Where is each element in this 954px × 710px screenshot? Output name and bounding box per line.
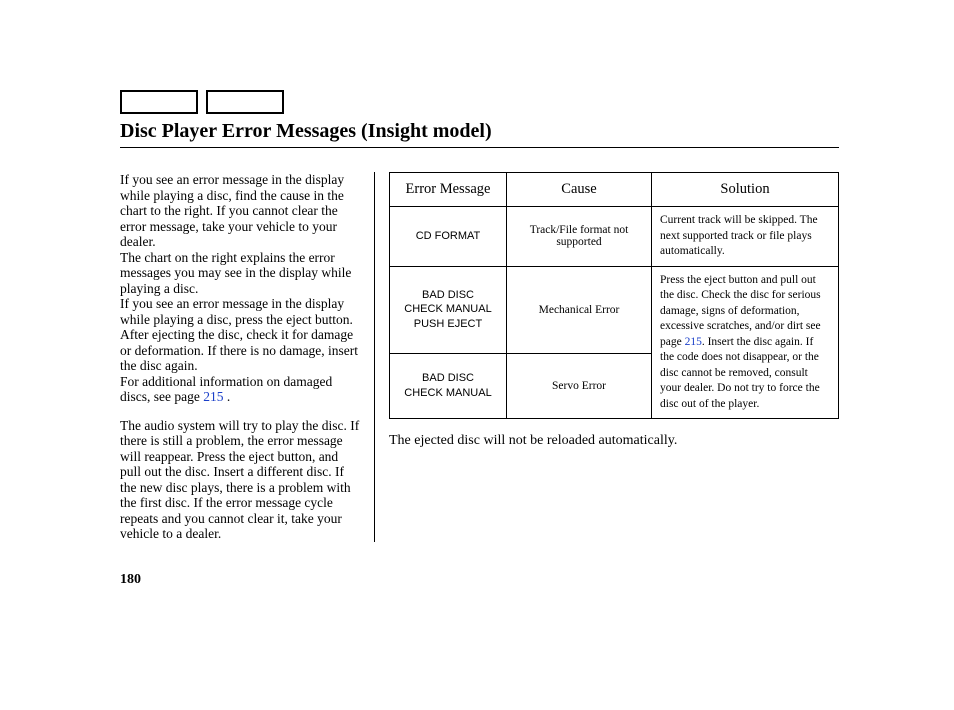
p4-text-b: . xyxy=(223,389,230,404)
page-link-215[interactable]: 215 xyxy=(203,389,223,404)
error-cell-bad-disc: BAD DISC CHECK MANUAL xyxy=(390,354,507,419)
cause-cell: Servo Error xyxy=(507,354,652,419)
intro-paragraph-4: For additional information on damaged di… xyxy=(120,374,360,405)
error-line: BAD DISC xyxy=(398,288,498,303)
title-rule xyxy=(120,147,839,148)
error-line: CD FORMAT xyxy=(398,229,498,244)
manual-page: Disc Player Error Messages (Insight mode… xyxy=(0,0,954,710)
error-line: BAD DISC xyxy=(398,371,498,386)
eject-note: The ejected disc will not be reloaded au… xyxy=(389,433,839,449)
error-line: PUSH EJECT xyxy=(398,317,498,332)
header-boxes xyxy=(120,90,839,114)
table-row: CD FORMAT Track/File format not supporte… xyxy=(390,207,839,267)
intro-paragraph-1: If you see an error message in the displ… xyxy=(120,172,360,250)
body-text-column: If you see an error message in the displ… xyxy=(120,172,375,542)
cause-cell: Mechanical Error xyxy=(507,266,652,354)
table-column: Error Message Cause Solution CD FORMAT T… xyxy=(375,172,839,542)
content-columns: If you see an error message in the displ… xyxy=(120,172,839,542)
page-link-215-table[interactable]: 215 xyxy=(685,336,702,348)
header-cause: Cause xyxy=(507,173,652,207)
error-messages-table: Error Message Cause Solution CD FORMAT T… xyxy=(389,172,839,419)
table-row: BAD DISC CHECK MANUAL PUSH EJECT Mechani… xyxy=(390,266,839,354)
intro-paragraph-5: The audio system will try to play the di… xyxy=(120,418,360,542)
header-solution: Solution xyxy=(652,173,839,207)
error-cell-bad-disc-push-eject: BAD DISC CHECK MANUAL PUSH EJECT xyxy=(390,266,507,354)
header-box-1 xyxy=(120,90,198,114)
header-box-2 xyxy=(206,90,284,114)
page-title: Disc Player Error Messages (Insight mode… xyxy=(120,120,839,143)
intro-paragraph-3: If you see an error message in the displ… xyxy=(120,296,360,374)
error-line: CHECK MANUAL xyxy=(398,302,498,317)
solution-cell-merged: Press the eject button and pull out the … xyxy=(652,266,839,419)
cause-cell: Track/File format not supported xyxy=(507,207,652,267)
error-line: CHECK MANUAL xyxy=(398,386,498,401)
intro-paragraph-2: The chart on the right explains the erro… xyxy=(120,250,360,297)
page-number: 180 xyxy=(120,572,839,588)
header-error-message: Error Message xyxy=(390,173,507,207)
error-cell-cd-format: CD FORMAT xyxy=(390,207,507,267)
table-header-row: Error Message Cause Solution xyxy=(390,173,839,207)
solution-cell: Current track will be skipped. The next … xyxy=(652,207,839,267)
